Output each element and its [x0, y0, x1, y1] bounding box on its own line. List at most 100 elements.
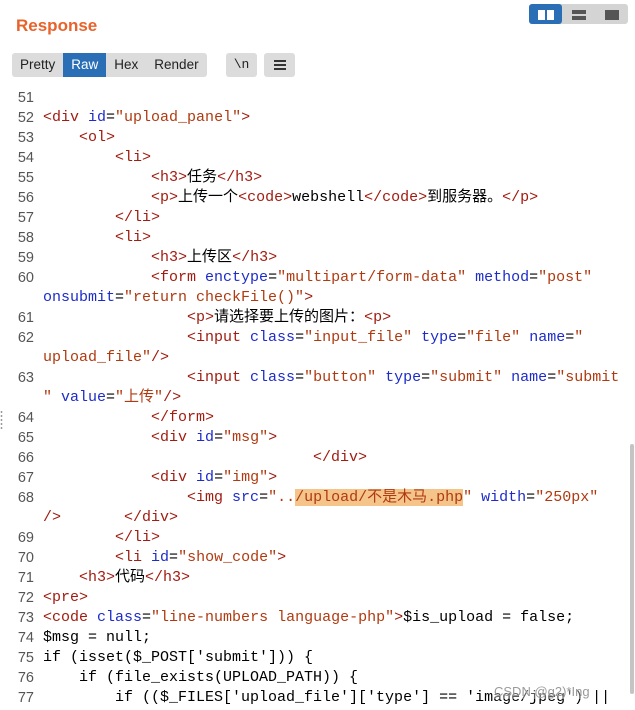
code-text: <div id="upload_panel"> — [43, 109, 251, 126]
line-number: 65 — [17, 430, 34, 446]
split-view-icon — [537, 5, 554, 24]
code-text: <div id="img"> — [151, 469, 278, 486]
line-number: 53 — [17, 130, 34, 146]
line-number: 54 — [17, 150, 34, 166]
code-line: 62 <input class="input_file" type="file"… — [0, 328, 635, 348]
code-line: 61 <p>请选择要上传的图片：<p> — [0, 308, 635, 328]
code-text: <li id="show_code"> — [115, 549, 287, 566]
line-number: 63 — [17, 370, 34, 386]
code-line: 72 <pre> — [0, 588, 635, 608]
code-line: 60 <form enctype="multipart/form-data" m… — [0, 268, 635, 288]
options-menu-button[interactable] — [264, 53, 295, 77]
code-text: /> </div> — [43, 509, 179, 526]
newline-toggle-button[interactable]: \n — [226, 53, 257, 77]
line-number: 71 — [17, 570, 34, 586]
code-line: 58 <li> — [0, 228, 635, 248]
line-number: 62 — [17, 330, 34, 346]
line-number: 75 — [17, 650, 34, 666]
line-number: 72 — [17, 590, 34, 606]
code-line: 59 <h3>上传区</h3> — [0, 248, 635, 268]
code-text: </li> — [115, 209, 161, 226]
code-line: 67 <div id="img"> — [0, 468, 635, 488]
watermark: CSDN @g2)*Ing — [494, 684, 590, 699]
code-line: 69 </li> — [0, 528, 635, 548]
response-header: Response Pretty Raw Hex Render \n — [0, 0, 635, 88]
code-text: onsubmit="return checkFile()"> — [43, 289, 314, 306]
code-text: if (isset($_POST['submit'])) { — [43, 649, 314, 666]
code-line: 68 <img src="../upload/不是木马.php" width="… — [0, 488, 635, 508]
tab-raw[interactable]: Raw — [63, 53, 107, 77]
line-number: 55 — [17, 170, 34, 186]
line-number: 52 — [17, 110, 34, 126]
format-tabs: Pretty Raw Hex Render — [12, 53, 207, 77]
tab-hex[interactable]: Hex — [106, 53, 146, 77]
line-number: 58 — [17, 230, 34, 246]
code-line: 56 <p>上传一个<code>webshell</code>到服务器。</p> — [0, 188, 635, 208]
code-line: 71 <h3>代码</h3> — [0, 568, 635, 588]
line-number: 64 — [17, 410, 34, 426]
line-number: 57 — [17, 210, 34, 226]
tab-render[interactable]: Render — [146, 53, 206, 77]
code-text: <h3>任务</h3> — [151, 169, 263, 186]
line-number: 51 — [17, 90, 34, 106]
code-line: 70 <li id="show_code"> — [0, 548, 635, 568]
code-line: 73 <code class="line-numbers language-php… — [0, 608, 635, 628]
code-line: 57 </li> — [0, 208, 635, 228]
code-text: <li> — [115, 149, 152, 166]
code-text: <pre> — [43, 589, 89, 606]
code-text: if (file_exists(UPLOAD_PATH)) { — [79, 669, 359, 686]
code-text: <p>请选择要上传的图片：<p> — [187, 309, 392, 326]
line-number: 69 — [17, 530, 34, 546]
line-number: 76 — [17, 670, 34, 686]
code-text: <li> — [115, 229, 152, 246]
code-text: <ol> — [79, 129, 116, 146]
code-text: " value="上传"/> — [43, 389, 182, 406]
code-text: upload_file"/> — [43, 349, 170, 366]
single-view-icon — [604, 5, 619, 24]
code-line: 63 <input class="button" type="submit" n… — [0, 368, 635, 388]
code-text: <form enctype="multipart/form-data" meth… — [151, 269, 593, 286]
code-line: 64 </form> — [0, 408, 635, 428]
line-number: 68 — [17, 490, 34, 506]
single-view-button[interactable] — [595, 4, 628, 24]
line-number: 74 — [17, 630, 34, 646]
code-line: 75 if (isset($_POST['submit'])) { — [0, 648, 635, 668]
code-text: </form> — [151, 409, 215, 426]
code-line: /> </div> — [0, 508, 635, 528]
code-line: 52 <div id="upload_panel"> — [0, 108, 635, 128]
code-line: 53 <ol> — [0, 128, 635, 148]
code-text: <h3>上传区</h3> — [151, 249, 278, 266]
code-text: $msg = null; — [43, 629, 152, 646]
panel-title: Response — [16, 16, 98, 35]
code-text: <input class="input_file" type="file" na… — [187, 329, 584, 346]
code-text: <img src="../upload/不是木马.php" width="250… — [187, 489, 599, 506]
code-line: 65 <div id="msg"> — [0, 428, 635, 448]
horizontal-view-button[interactable] — [562, 4, 595, 24]
line-number: 70 — [17, 550, 34, 566]
tab-pretty[interactable]: Pretty — [12, 53, 63, 77]
line-number: 60 — [17, 270, 34, 286]
view-mode-toggle[interactable] — [529, 4, 628, 24]
code-text: <input class="button" type="submit" name… — [187, 369, 620, 386]
line-number: 66 — [17, 450, 34, 466]
line-number: 61 — [17, 310, 34, 326]
code-text: </div> — [313, 449, 368, 466]
code-line: 51 — [0, 88, 635, 108]
code-line: 54 <li> — [0, 148, 635, 168]
line-number: 59 — [17, 250, 34, 266]
code-text: <h3>代码</h3> — [79, 569, 191, 586]
line-number: 56 — [17, 190, 34, 206]
code-text: <div id="msg"> — [151, 429, 278, 446]
code-editor[interactable]: 51 52 <div id="upload_panel"> 53 <ol> 54 <li… — [0, 86, 635, 710]
split-view-button[interactable] — [529, 4, 562, 24]
code-text: <p>上传一个<code>webshell</code>到服务器。</p> — [151, 189, 539, 206]
hamburger-menu-icon — [273, 60, 286, 70]
line-number: 73 — [17, 610, 34, 626]
line-number: 67 — [17, 470, 34, 486]
code-line: " value="上传"/> — [0, 388, 635, 408]
code-text: </li> — [115, 529, 161, 546]
line-number: 77 — [17, 690, 34, 706]
horizontal-view-icon — [571, 5, 586, 24]
code-line: 74 $msg = null; — [0, 628, 635, 648]
code-line: upload_file"/> — [0, 348, 635, 368]
